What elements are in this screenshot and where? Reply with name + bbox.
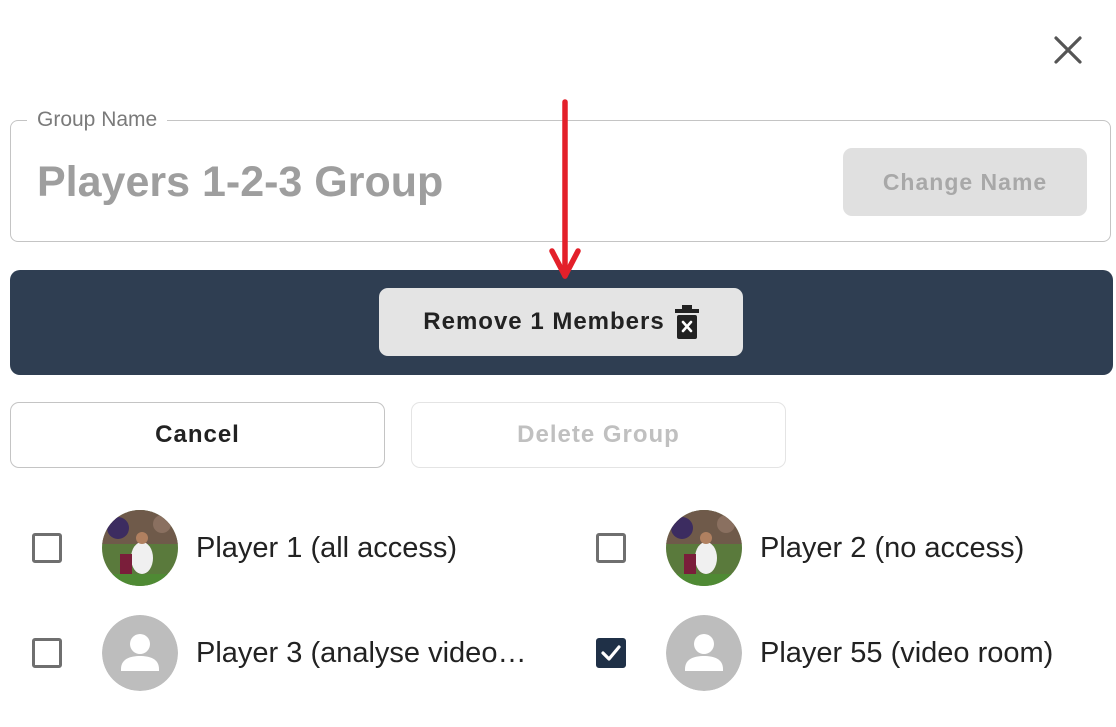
- member-name: Player 2 (no access): [760, 532, 1025, 564]
- member-checkbox[interactable]: [596, 533, 626, 563]
- placeholder-person-icon: [102, 615, 178, 691]
- member-checkbox[interactable]: [596, 638, 626, 668]
- checkmark-icon: [601, 645, 621, 661]
- close-icon: [1054, 36, 1082, 64]
- avatar: [102, 510, 178, 586]
- group-name-label: Group Name: [27, 108, 168, 132]
- member-item[interactable]: Player 1 (all access): [10, 508, 555, 588]
- member-name: Player 1 (all access): [196, 532, 458, 564]
- group-name-value[interactable]: Players 1-2-3 Group: [37, 157, 443, 207]
- placeholder-person-icon: [666, 615, 742, 691]
- member-name: Player 3 (analyse video room): [196, 637, 527, 669]
- member-item[interactable]: Player 3 (analyse video room): [10, 613, 535, 693]
- cancel-button[interactable]: Cancel: [10, 402, 385, 468]
- remove-members-button[interactable]: Remove 1 Members: [379, 288, 743, 356]
- remove-members-label: Remove 1 Members: [423, 308, 665, 335]
- member-item[interactable]: Player 55 (video room): [574, 613, 1114, 693]
- member-checkbox[interactable]: [32, 638, 62, 668]
- change-name-button[interactable]: Change Name: [843, 148, 1087, 216]
- member-item[interactable]: Player 2 (no access): [574, 508, 1114, 588]
- selection-action-bar: Remove 1 Members: [10, 270, 1113, 375]
- annotation-arrow: [549, 99, 581, 279]
- member-checkbox[interactable]: [32, 533, 62, 563]
- close-button[interactable]: [1048, 30, 1088, 70]
- delete-group-button[interactable]: Delete Group: [411, 402, 786, 468]
- member-name: Player 55 (video room): [760, 637, 1054, 669]
- avatar: [666, 510, 742, 586]
- trash-x-icon: [674, 305, 699, 339]
